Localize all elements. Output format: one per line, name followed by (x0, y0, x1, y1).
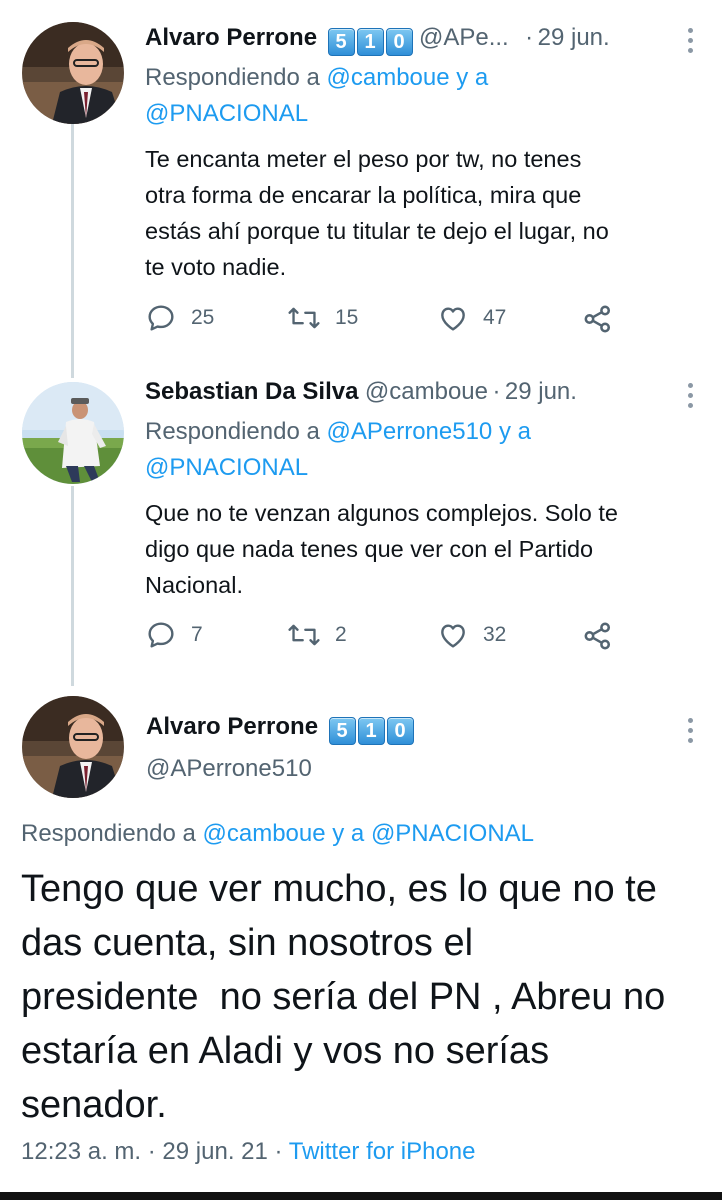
retweet-button[interactable]: 15 (287, 302, 358, 334)
share-icon (584, 622, 611, 650)
keycap-five-badge: 5 (327, 28, 355, 56)
text-line: Tengo que ver mucho, es lo que no te (21, 868, 657, 910)
mention-link[interactable]: @PNACIONAL (145, 454, 308, 481)
text-line: estaría en Aladi y vos no serías (21, 1030, 550, 1072)
tweet-actions: 7 2 32 (145, 619, 625, 659)
bottom-edge (0, 1192, 722, 1200)
tweet-date[interactable]: 29 jun. (538, 24, 610, 51)
tweet-text: Que no te venzan algunos complejos. Solo… (145, 495, 705, 603)
replying-and: y a (498, 418, 531, 445)
author-name[interactable]: Alvaro Perrone (145, 24, 317, 51)
avatar[interactable] (22, 696, 124, 798)
replying-prefix: Respondiendo a (145, 418, 320, 445)
thread-connector (71, 486, 74, 686)
like-count: 32 (483, 623, 507, 646)
retweet-count: 15 (335, 306, 359, 329)
author-handle[interactable]: @APe... (419, 24, 509, 51)
replying-and: y a (332, 820, 365, 847)
tweet-date[interactable]: 29 jun. (505, 378, 577, 405)
text-line: digo que nada tenes que ver con el Parti… (145, 536, 594, 562)
author-name[interactable]: Sebastian Da Silva (145, 378, 358, 405)
mention-link[interactable]: @PNACIONAL (371, 820, 534, 847)
separator-dot: · (274, 1138, 283, 1165)
more-icon[interactable] (688, 28, 694, 58)
replying-and: y a (456, 64, 489, 91)
text-line: Nacional. (145, 572, 243, 598)
retweet-count: 2 (335, 623, 347, 646)
reply-icon (148, 305, 174, 331)
retweet-button[interactable]: 2 (287, 619, 347, 651)
share-icon (584, 305, 611, 333)
replying-to: Respondiendo a @APerrone510 y a @PNACION… (145, 414, 685, 486)
reply-count: 7 (191, 623, 203, 646)
text-line: Que no te venzan algunos complejos. Solo… (145, 500, 618, 526)
reply-icon (148, 622, 174, 648)
author-name[interactable]: Alvaro Perrone (146, 713, 318, 740)
avatar[interactable] (22, 382, 124, 484)
more-icon[interactable] (688, 383, 694, 413)
tweet-header: Alvaro Perrone 510 (146, 713, 416, 745)
tweet-text: Tengo que ver mucho, es lo que no te das… (21, 862, 711, 1132)
replying-to: Respondiendo a @camboue y a @PNACIONAL (21, 816, 711, 852)
reply-count: 25 (191, 306, 215, 329)
mention-link[interactable]: @APerrone510 (326, 418, 492, 445)
mention-link[interactable]: @camboue (326, 64, 449, 91)
like-button[interactable]: 32 (437, 619, 506, 651)
mention-link[interactable]: @PNACIONAL (145, 100, 308, 127)
tweet-text: Te encanta meter el peso por tw, no tene… (145, 141, 705, 285)
like-icon (441, 624, 465, 648)
tweet-meta: 12:23 a. m. · 29 jun. 21 · Twitter for i… (21, 1138, 476, 1166)
retweet-icon (288, 307, 320, 329)
keycap-zero-badge: 0 (386, 717, 414, 745)
tweet-actions: 25 15 47 (145, 302, 625, 342)
tweet-date[interactable]: 29 jun. 21 (162, 1138, 267, 1165)
share-button[interactable] (581, 619, 615, 653)
separator-dot: · (525, 24, 534, 51)
author-handle[interactable]: @camboue (365, 378, 488, 405)
text-line: te voto nadie. (145, 254, 287, 280)
thread-connector (71, 124, 74, 378)
replying-to: Respondiendo a @camboue y a @PNACIONAL (145, 60, 685, 132)
keycap-one-badge: 1 (357, 717, 385, 745)
reply-button[interactable]: 25 (145, 302, 214, 334)
emoji-badges: 510 (328, 717, 416, 745)
replying-prefix: Respondiendo a (21, 820, 196, 847)
mention-link[interactable]: @camboue (202, 820, 325, 847)
tweet-source[interactable]: Twitter for iPhone (289, 1138, 476, 1165)
text-line: otra forma de encarar la política, mira … (145, 182, 582, 208)
like-count: 47 (483, 306, 507, 329)
keycap-five-badge: 5 (328, 717, 356, 745)
share-button[interactable] (581, 302, 615, 336)
keycap-zero-badge: 0 (385, 28, 413, 56)
replying-prefix: Respondiendo a (145, 64, 320, 91)
emoji-badges: 510 (327, 28, 419, 56)
like-button[interactable]: 47 (437, 302, 506, 334)
text-line: estás ahí porque tu titular te dejo el l… (145, 218, 609, 244)
tweet-header: Alvaro Perrone 510 @APe... · 29 jun. (145, 24, 610, 56)
tweet-header: Sebastian Da Silva @camboue · 29 jun. (145, 378, 577, 406)
text-line: das cuenta, sin nosotros el (21, 922, 474, 964)
text-line: senador. (21, 1084, 167, 1126)
keycap-one-badge: 1 (356, 28, 384, 56)
retweet-icon (288, 624, 320, 646)
separator-dot: · (147, 1138, 156, 1165)
text-line: presidente no sería del PN , Abreu no (21, 976, 666, 1018)
separator-dot: · (492, 378, 501, 405)
avatar[interactable] (22, 22, 124, 124)
text-line: Te encanta meter el peso por tw, no tene… (145, 146, 582, 172)
like-icon (441, 307, 465, 331)
author-handle[interactable]: @APerrone510 (146, 755, 312, 783)
reply-button[interactable]: 7 (145, 619, 203, 651)
tweet-time[interactable]: 12:23 a. m. (21, 1138, 141, 1165)
more-icon[interactable] (688, 718, 694, 748)
